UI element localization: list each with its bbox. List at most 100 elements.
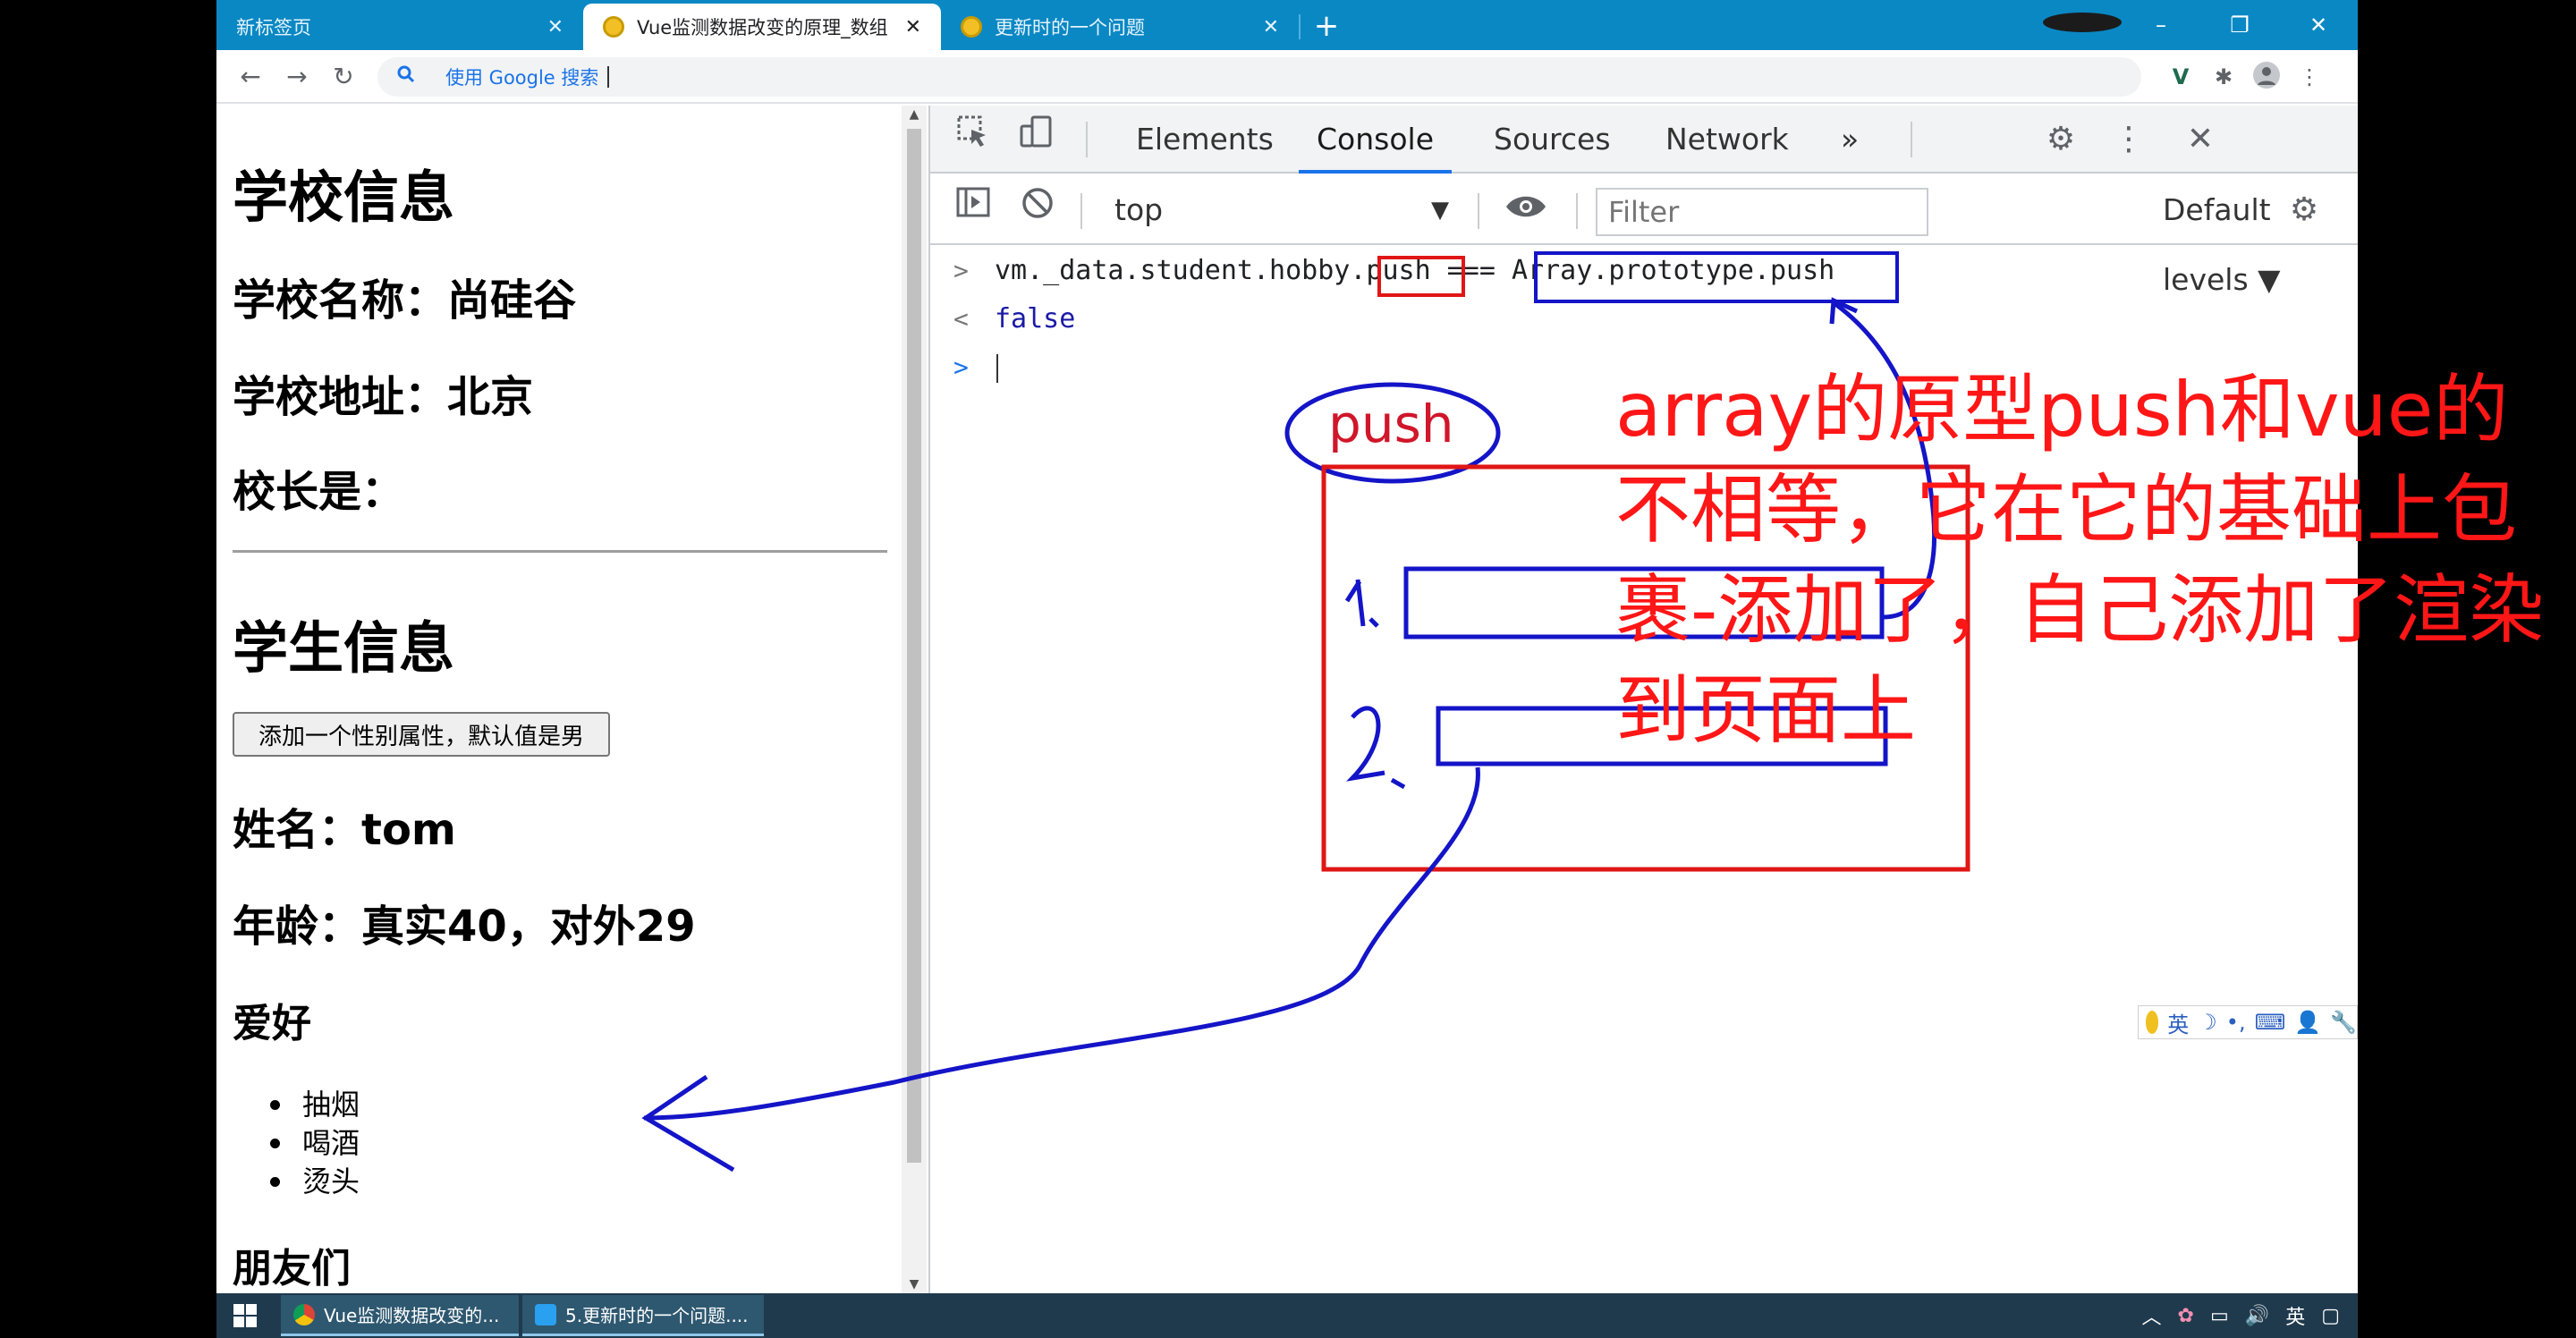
new-tab-button[interactable]: + (1306, 5, 1347, 47)
text-caret (607, 66, 610, 88)
console-command: vm._data.student.hobby.push === Array.pr… (995, 255, 1835, 286)
tab-strip: 新标签页 ✕ Vue监测数据改变的原理_数组 ✕ 更新时的一个问题 ✕ + – … (216, 0, 2358, 50)
divider (233, 550, 887, 553)
hobby-list: 抽烟 喝酒 烫头 (270, 1086, 360, 1201)
page-content: 学校信息 学校名称：尚硅谷 学校地址：北京 校长是： 学生信息 添加一个性别属性… (216, 106, 903, 1293)
reload-button[interactable]: ↻ (326, 59, 361, 95)
minimize-button[interactable]: – (2122, 13, 2200, 38)
tab-vue-array[interactable]: Vue监测数据改变的原理_数组 ✕ (583, 4, 941, 50)
student-name: 姓名：tom (233, 805, 456, 855)
student-age: 年龄：真实40，对外29 (233, 902, 696, 952)
taskbar-item-chrome[interactable]: Vue监测数据改变的... (281, 1295, 519, 1336)
console-result: false (995, 303, 1076, 334)
network-icon[interactable]: ▭ (2210, 1305, 2229, 1327)
tab-update-issue[interactable]: 更新时的一个问题 ✕ (941, 4, 1299, 50)
favicon-icon (961, 16, 982, 38)
menu-icon[interactable]: ⋮ (2293, 61, 2326, 93)
tray-language[interactable]: 英 (2285, 1301, 2305, 1330)
wrench-icon[interactable]: 🔧 (2330, 1010, 2357, 1035)
system-tray: ︿ ✿ ▭ 🔊 英 ▢ (2142, 1293, 2340, 1338)
close-icon[interactable]: ✕ (547, 16, 564, 38)
friends-heading: 朋友们 (233, 1246, 351, 1291)
scroll-down-icon[interactable]: ▼ (902, 1277, 927, 1291)
taskbar: Vue监测数据改变的... 5.更新时的一个问题.... ︿ ✿ ▭ 🔊 英 ▢ (216, 1293, 2358, 1338)
eye-icon[interactable] (1497, 175, 1555, 245)
scroll-up-icon[interactable]: ▲ (902, 107, 927, 122)
notification-icon[interactable]: ▢ (2321, 1305, 2340, 1327)
annotation-push-label: push (1328, 394, 1454, 454)
moon-icon[interactable]: ☽ (2198, 1010, 2217, 1035)
close-icon[interactable]: ✕ (2175, 106, 2225, 174)
context-selector[interactable]: top (1114, 175, 1163, 245)
settings-gear-icon[interactable]: ⚙ (2036, 106, 2086, 174)
tab-new-tab[interactable]: 新标签页 ✕ (216, 4, 583, 50)
volume-icon[interactable]: 🔊 (2245, 1305, 2269, 1327)
chevron-up-icon[interactable]: ︿ (2142, 1301, 2162, 1330)
filter-input[interactable]: Filter (1596, 188, 1928, 236)
scrollbar-thumb[interactable] (907, 129, 921, 1163)
result-arrow-icon: < (953, 304, 969, 334)
close-icon[interactable]: ✕ (905, 16, 921, 38)
console-input-line: > vm._data.student.hobby.push === Array.… (930, 247, 2358, 295)
tab-label: 新标签页 (236, 17, 311, 38)
inspect-element-icon[interactable] (948, 106, 998, 174)
tab-network[interactable]: Network (1665, 106, 1789, 174)
list-item: 烫头 (270, 1163, 360, 1201)
ime-toolbar[interactable]: 英 ☽ •, ⌨ 👤 🔧 (2138, 1005, 2358, 1039)
taskbar-item-label: 5.更新时的一个问题.... (565, 1305, 749, 1326)
add-sex-button[interactable]: 添加一个性别属性，默认值是男 (233, 712, 610, 757)
vue-devtools-icon[interactable]: V (2165, 61, 2197, 93)
chrome-icon (293, 1303, 315, 1325)
school-name: 学校名称：尚硅谷 (233, 275, 577, 326)
console-settings-icon[interactable]: ⚙ (2279, 175, 2329, 245)
school-address: 学校地址：北京 (233, 372, 534, 422)
user-icon[interactable]: 👤 (2294, 1010, 2321, 1035)
device-toolbar-icon[interactable] (1011, 106, 1061, 174)
separator (1086, 122, 1088, 157)
kebab-menu-icon[interactable]: ⋮ (2104, 106, 2154, 174)
school-heading: 学校信息 (233, 165, 455, 230)
principal: 校长是： (233, 467, 405, 517)
back-button[interactable]: ← (233, 59, 268, 95)
taskbar-item-vscode[interactable]: 5.更新时的一个问题.... (522, 1295, 764, 1336)
sidebar-toggle-icon[interactable] (948, 175, 998, 245)
extensions-icon[interactable]: ✱ (2207, 61, 2240, 93)
keyboard-icon[interactable]: ⌨ (2255, 1010, 2286, 1035)
text-caret (996, 354, 998, 383)
separator (1478, 193, 1479, 229)
restore-button[interactable]: ❐ (2200, 13, 2279, 38)
tab-label: 更新时的一个问题 (995, 17, 1145, 38)
forward-button[interactable]: → (279, 59, 315, 95)
close-window-button[interactable]: ✕ (2279, 13, 2358, 38)
favicon-icon (603, 16, 624, 38)
tab-console[interactable]: Console (1299, 106, 1453, 174)
address-bar[interactable]: 使用 Google 搜索 (377, 57, 2141, 97)
ime-logo-icon (2146, 1011, 2159, 1034)
console-toolbar: top ▼ Filter Default levels ▼ ⚙ (930, 175, 2358, 297)
tab-elements[interactable]: Elements (1136, 106, 1274, 174)
app-tray-icon[interactable]: ✿ (2178, 1305, 2194, 1327)
tab-separator (1299, 14, 1301, 39)
windows-start-icon[interactable] (216, 1295, 274, 1336)
close-icon[interactable]: ✕ (1263, 16, 1279, 38)
browser-toolbar: ← → ↻ 使用 Google 搜索 V ✱ ⋮ (216, 50, 2358, 104)
page-scrollbar[interactable]: ▲ ▼ (902, 106, 927, 1293)
separator (1576, 193, 1578, 229)
chevron-down-icon[interactable]: ▼ (1431, 175, 1449, 245)
list-item: 喝酒 (270, 1124, 360, 1163)
tab-sources[interactable]: Sources (1494, 106, 1611, 174)
clear-console-icon[interactable] (1013, 175, 1063, 245)
prompt-chevron-icon: > (953, 256, 969, 285)
search-icon (397, 65, 415, 89)
console-result-line: < false (930, 295, 2358, 343)
account-icon[interactable] (2250, 61, 2283, 93)
hobby-heading: 爱好 (233, 1001, 311, 1046)
annotation-note: array的原型push和vue的不相等，它在它的基础上包裹-添加了，自己添加了… (1615, 366, 2545, 754)
window-controls: – ❐ ✕ (2043, 0, 2358, 50)
profile-icon[interactable] (2043, 13, 2122, 38)
punctuation-icon[interactable]: •, (2226, 1010, 2246, 1035)
more-tabs-button[interactable]: » (1841, 106, 1859, 174)
vscode-icon (535, 1303, 556, 1325)
ime-language[interactable]: 英 (2167, 1007, 2189, 1038)
separator (1911, 122, 1912, 157)
